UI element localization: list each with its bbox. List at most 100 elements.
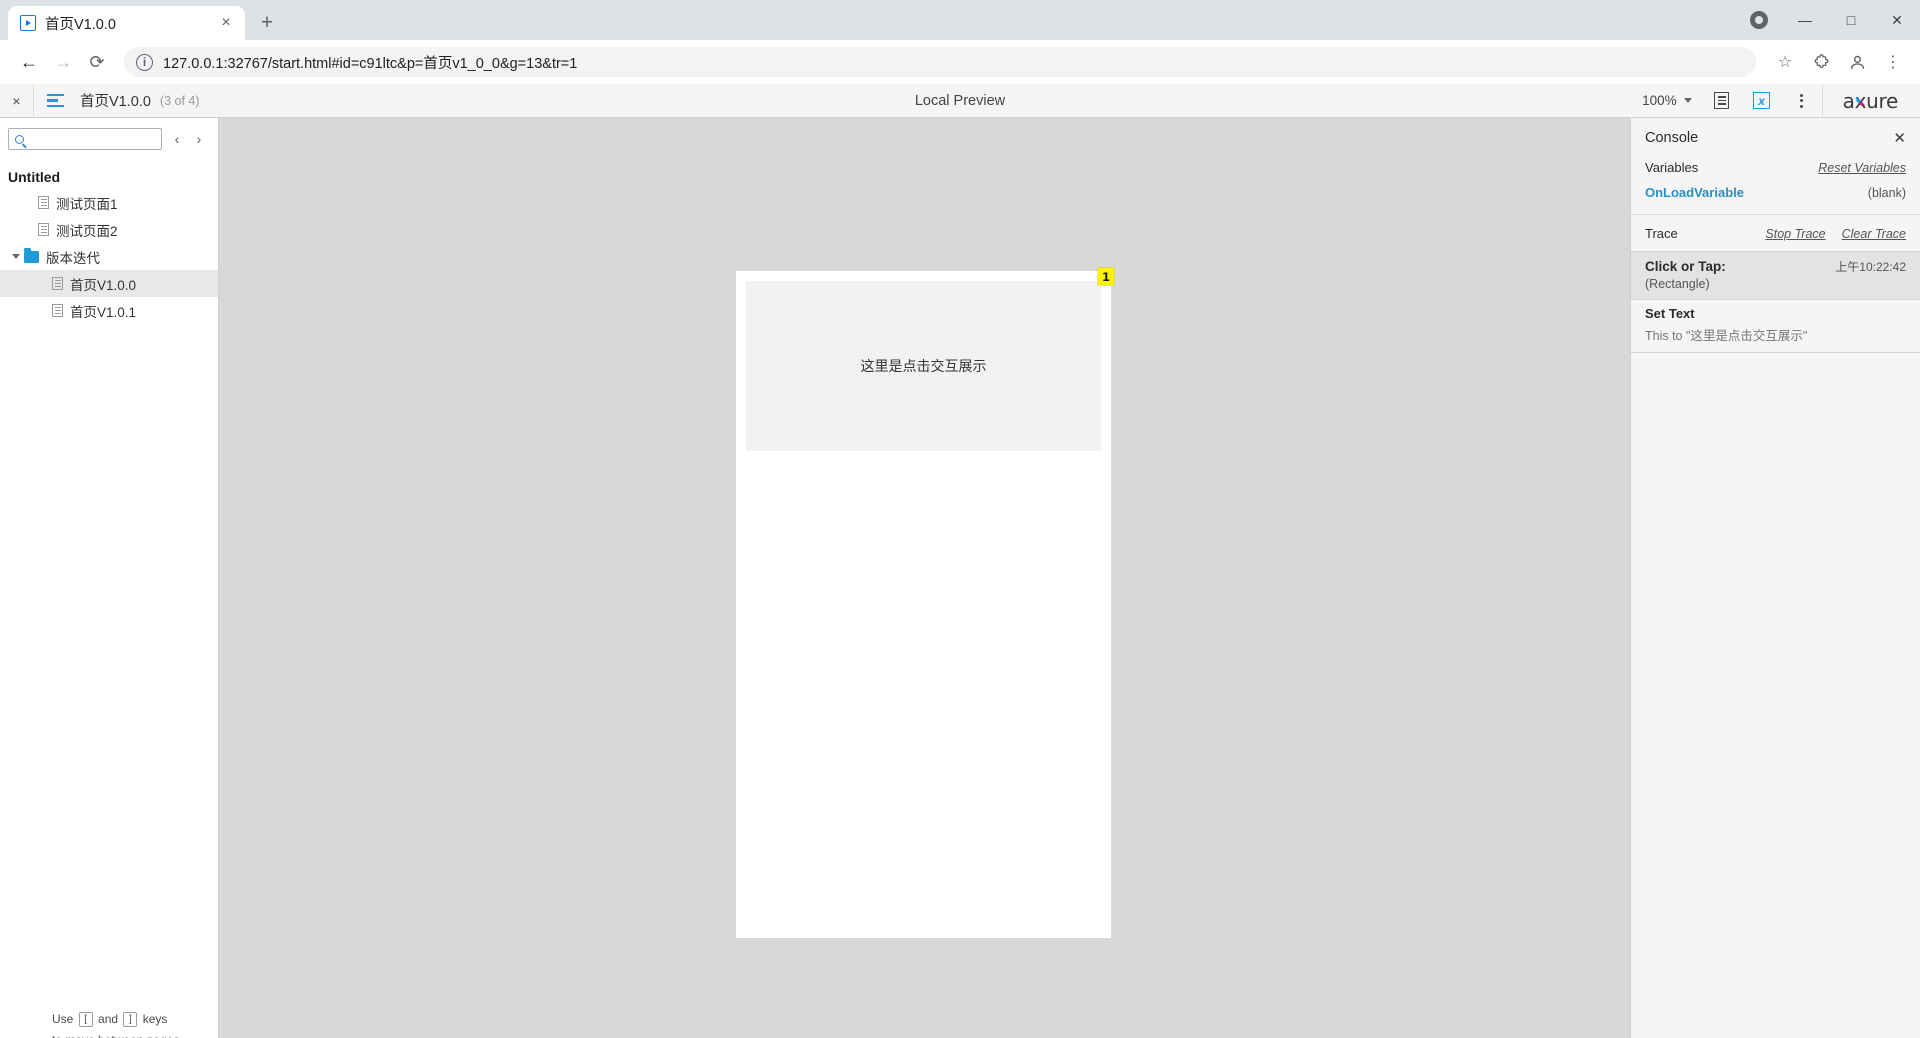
preview-canvas: 这里是点击交互展示 1 — [219, 118, 1630, 1038]
close-icon[interactable]: × — [215, 12, 237, 34]
site-info-icon[interactable]: i — [136, 53, 153, 71]
back-button[interactable]: ← — [12, 45, 46, 79]
sidebar-pager: ‹ › — [166, 128, 210, 150]
hint-and: and — [98, 1012, 119, 1026]
tree-item[interactable]: 测试页面1 — [0, 189, 218, 216]
page-icon — [38, 223, 49, 236]
trace-event: Click or Tap: 上午10:22:42 (Rectangle) — [1631, 251, 1920, 299]
rectangle-widget[interactable]: 这里是点击交互展示 1 — [746, 268, 1114, 451]
console-panel: Console ✕ Variables Reset Variables OnLo… — [1630, 118, 1920, 1038]
tree-root-label: Untitled — [8, 169, 61, 185]
forward-button[interactable]: → — [46, 45, 80, 79]
variable-entry: OnLoadVariable (blank) — [1631, 180, 1920, 205]
kebab-menu-icon — [1800, 93, 1804, 108]
browser-tabstrip: 首页V1.0.0 × + — □ ✕ — [0, 0, 1920, 40]
main-area: ‹ › Untitled 测试页面1 测试页面2 版本迭代首页V1.0.0 首页V1.… — [0, 118, 1920, 1038]
variables-panel-button[interactable]: x — [1742, 84, 1782, 117]
tree-item[interactable]: 首页V1.0.0 — [0, 270, 218, 297]
prototype-page-frame: 这里是点击交互展示 1 — [736, 268, 1114, 938]
sidebar-hint: Use [ and ] keys to move between pages — [0, 1009, 218, 1038]
trace-actions: Stop Trace Clear Trace — [1765, 227, 1906, 241]
variables-label: Variables — [1645, 160, 1699, 175]
rectangle-text: 这里是点击交互展示 — [860, 359, 987, 375]
trace-event-time: 上午10:22:42 — [1835, 260, 1906, 274]
window-close-button[interactable]: ✕ — [1874, 0, 1920, 40]
recording-indicator-icon[interactable] — [1750, 11, 1768, 29]
zoom-selector[interactable]: 100% — [1632, 93, 1702, 108]
browser-menu-icon[interactable]: ⋮ — [1878, 47, 1908, 77]
tree-item-label: 首页V1.0.1 — [70, 304, 137, 320]
trace-label: Trace — [1645, 226, 1678, 241]
variable-value: (blank) — [1867, 186, 1906, 200]
zoom-value: 100% — [1642, 93, 1677, 108]
tree-item-label: 测试页面2 — [56, 223, 118, 239]
variable-name[interactable]: OnLoadVariable — [1645, 185, 1744, 200]
tree-item[interactable]: 测试页面2 — [0, 216, 218, 243]
close-icon[interactable]: ✕ — [1893, 131, 1906, 146]
reset-variables-link[interactable]: Reset Variables — [1818, 161, 1906, 175]
toolbar-overflow-button[interactable] — [1782, 84, 1822, 117]
trace-event-header: Click or Tap: 上午10:22:42 — [1645, 258, 1906, 275]
browser-tab[interactable]: 首页V1.0.0 × — [8, 6, 245, 40]
sidebar-hint-line1: Use [ and ] keys — [52, 1009, 218, 1030]
page-icon — [52, 304, 63, 317]
tree-item-label: 版本迭代 — [46, 250, 100, 266]
trace-action-name: Set Text — [1631, 299, 1920, 321]
chevron-down-icon — [1683, 98, 1692, 103]
toolbar-page-count: (3 of 4) — [159, 93, 200, 108]
sidebar-search-row: ‹ › — [0, 118, 218, 156]
page-tree: Untitled 测试页面1 测试页面2 版本迭代首页V1.0.0 首页V1.0.1 — [0, 156, 218, 324]
search-input[interactable] — [8, 128, 162, 150]
clear-trace-link[interactable]: Clear Trace — [1842, 227, 1906, 241]
trace-action-detail: This to "这里是点击交互展示" — [1631, 321, 1920, 353]
tab-title: 首页V1.0.0 — [45, 16, 116, 33]
tree-item[interactable]: 首页V1.0.1 — [0, 297, 218, 324]
prev-page-button[interactable]: ‹ — [166, 128, 188, 150]
play-square-icon — [20, 15, 36, 31]
hint-keys: keys — [142, 1012, 168, 1026]
sidebar-hint-line2: to move between pages — [52, 1030, 218, 1038]
variables-actions: Reset Variables — [1818, 161, 1906, 175]
axure-toolbar: × 首页V1.0.0 (3 of 4) Local Preview 100% x… — [0, 84, 1920, 118]
hamburger-icon[interactable] — [34, 84, 72, 117]
tree-item-label: 测试页面1 — [56, 196, 118, 212]
hint-use: Use — [52, 1012, 74, 1026]
maximize-button[interactable]: □ — [1828, 0, 1874, 40]
toolbar-page-name: 首页V1.0.0 — [80, 94, 151, 110]
url-text: 127.0.0.1:32767/start.html#id=c91ltc&p=首… — [163, 55, 578, 72]
disclosure-triangle-icon[interactable] — [8, 254, 24, 259]
folder-icon — [24, 247, 39, 263]
address-bar[interactable]: i 127.0.0.1:32767/start.html#id=c91ltc&p… — [124, 47, 1756, 77]
console-title: Console — [1645, 130, 1699, 146]
minimize-button[interactable]: — — [1782, 0, 1828, 40]
browser-omnibar: ← → ⟳ i 127.0.0.1:32767/start.html#id=c9… — [0, 40, 1920, 84]
new-tab-button[interactable]: + — [251, 6, 283, 38]
toolbar-right-group: 100% x a x ure — [1632, 84, 1920, 117]
variables-row: Variables Reset Variables — [1631, 155, 1920, 180]
page-icon — [38, 196, 49, 209]
key-bracket-left: [ — [78, 1012, 93, 1028]
next-page-button[interactable]: › — [188, 128, 210, 150]
trace-event-target: (Rectangle) — [1645, 277, 1710, 291]
reload-button[interactable]: ⟳ — [80, 45, 114, 79]
close-sidebar-button[interactable]: × — [0, 84, 34, 117]
window-controls: — □ ✕ — [1750, 0, 1920, 40]
browser-chrome: 首页V1.0.0 × + — □ ✕ ← → ⟳ i 127.0.0.1:327… — [0, 0, 1920, 84]
key-bracket-right: ] — [123, 1012, 138, 1028]
profile-avatar-icon[interactable] — [1842, 47, 1872, 77]
tree-item-label: 首页V1.0.0 — [70, 277, 137, 293]
stop-trace-link[interactable]: Stop Trace — [1765, 227, 1825, 241]
notes-icon — [1714, 92, 1730, 109]
axure-logo: a x ure — [1821, 84, 1920, 117]
page-sidebar: ‹ › Untitled 测试页面1 测试页面2 版本迭代首页V1.0.0 首页V1.… — [0, 118, 219, 1038]
bookmark-star-icon[interactable]: ☆ — [1770, 47, 1800, 77]
notes-panel-button[interactable] — [1702, 84, 1742, 117]
page-icon — [52, 277, 63, 290]
variables-x-icon: x — [1753, 92, 1771, 109]
note-badge[interactable]: 1 — [1098, 268, 1114, 285]
tree-item[interactable]: 版本迭代 — [0, 243, 218, 270]
trace-row: Trace Stop Trace Clear Trace — [1631, 215, 1920, 251]
search-icon — [15, 134, 24, 144]
trace-event-name: Click or Tap: — [1645, 259, 1726, 274]
extensions-puzzle-icon[interactable] — [1806, 47, 1836, 77]
